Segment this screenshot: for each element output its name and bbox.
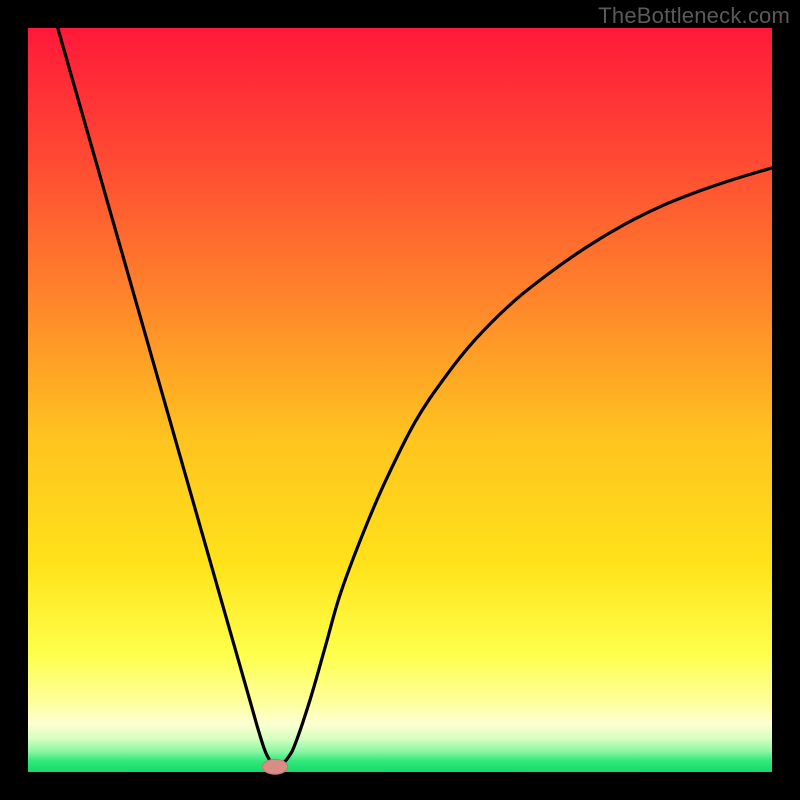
gradient-background: [28, 28, 772, 772]
watermark-text: TheBottleneck.com: [598, 3, 790, 29]
optimum-marker: [262, 759, 287, 774]
